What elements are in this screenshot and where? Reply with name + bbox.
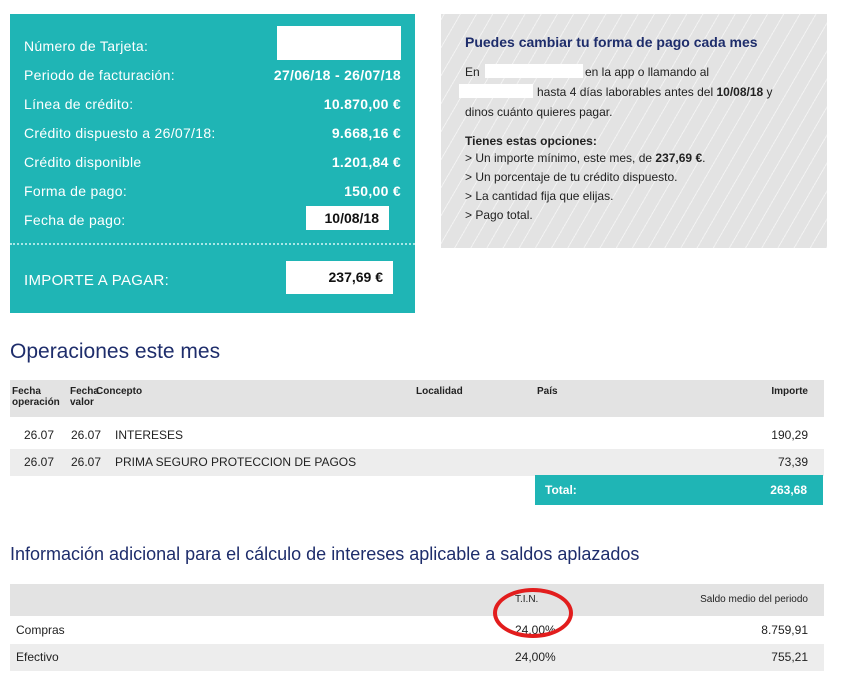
redacted-app-name bbox=[485, 64, 583, 78]
card-number-label: Número de Tarjeta: bbox=[24, 38, 149, 54]
credit-available-row: Crédito disponible 1.201,84 € bbox=[24, 152, 401, 174]
info-line-1a: En bbox=[465, 65, 480, 79]
billing-period-value: 27/06/18 - 26/07/18 bbox=[273, 67, 401, 83]
billing-summary-panel: Número de Tarjeta: Periodo de facturació… bbox=[10, 14, 415, 313]
payment-date-label: Fecha de pago: bbox=[24, 212, 126, 228]
operations-total: Total: 263,68 bbox=[535, 475, 823, 505]
info-line-2-date: 10/08/18 bbox=[716, 85, 764, 99]
option-2: > Un porcentaje de tu crédito dispuesto. bbox=[465, 170, 678, 184]
fecha-valor: 26.07 bbox=[71, 428, 102, 442]
payment-date-value: 10/08/18 bbox=[306, 206, 389, 230]
option-1-value: 237,69 € bbox=[655, 151, 703, 165]
tin-value: 24,00% bbox=[515, 650, 556, 664]
interest-title: Información adicional para el cálculo de… bbox=[10, 544, 640, 564]
fecha-operacion: 26.07 bbox=[24, 428, 55, 442]
summary-divider bbox=[10, 243, 415, 245]
payment-method-value: 150,00 € bbox=[344, 183, 401, 199]
info-line-2b: y bbox=[763, 85, 773, 99]
col-pais: País bbox=[537, 386, 558, 397]
concepto: INTERESES bbox=[115, 428, 184, 442]
col-saldo-medio: Saldo medio del periodo bbox=[700, 594, 808, 605]
credit-available-value: 1.201,84 € bbox=[331, 154, 401, 170]
credit-line-value: 10.870,00 € bbox=[323, 96, 401, 112]
payment-method-row: Forma de pago: 150,00 € bbox=[24, 181, 401, 203]
billing-period-label: Periodo de facturación: bbox=[24, 67, 175, 83]
credit-line-label: Línea de crédito: bbox=[24, 96, 134, 112]
info-line-3: dinos cuánto quieres pagar. bbox=[465, 105, 613, 119]
concepto: PRIMA SEGURO PROTECCION DE PAGOS bbox=[115, 455, 357, 469]
interest-type: Compras bbox=[16, 623, 65, 637]
payment-change-info-panel: Puedes cambiar tu forma de pago cada mes… bbox=[441, 14, 827, 248]
importe: 73,39 bbox=[777, 455, 808, 469]
importe: 190,29 bbox=[771, 428, 808, 442]
credit-line-row: Línea de crédito: 10.870,00 € bbox=[24, 94, 401, 116]
option-3: > La cantidad fija que elijas. bbox=[465, 189, 614, 203]
saldo-value: 755,21 bbox=[771, 650, 808, 664]
interest-type: Efectivo bbox=[16, 650, 59, 664]
col-concepto: Concepto bbox=[96, 386, 143, 397]
fecha-valor: 26.07 bbox=[71, 455, 102, 469]
info-title: Puedes cambiar tu forma de pago cada mes bbox=[465, 34, 758, 50]
total-label: Total: bbox=[545, 483, 577, 497]
billing-period-row: Periodo de facturación: 27/06/18 - 26/07… bbox=[24, 65, 401, 87]
card-number-row: Número de Tarjeta: bbox=[24, 36, 401, 58]
info-line-2a: hasta 4 días laborables antes del bbox=[537, 85, 717, 99]
payment-method-label: Forma de pago: bbox=[24, 183, 128, 199]
redacted-phone bbox=[459, 84, 533, 98]
info-line-2: hasta 4 días laborables antes del 10/08/… bbox=[537, 85, 773, 99]
total-value: 263,68 bbox=[770, 483, 807, 497]
operations-title: Operaciones este mes bbox=[10, 340, 221, 363]
col-fecha-valor: Fecha valor bbox=[70, 386, 99, 408]
table-row: Efectivo 24,00% 755,21 bbox=[10, 644, 824, 671]
option-4: > Pago total. bbox=[465, 208, 533, 222]
options-title: Tienes estas opciones: bbox=[465, 134, 597, 148]
credit-available-label: Crédito disponible bbox=[24, 154, 142, 170]
option-1b: . bbox=[702, 151, 706, 165]
info-line-1: En en la app o llamando al bbox=[465, 65, 709, 79]
col-fecha-operacion: Fecha operación bbox=[12, 386, 60, 408]
credit-used-row: Crédito dispuesto a 26/07/18: 9.668,16 € bbox=[24, 123, 401, 145]
amount-due-label: IMPORTE A PAGAR: bbox=[24, 272, 170, 289]
info-line-1b: en la app o llamando al bbox=[585, 65, 710, 79]
amount-due-value: 237,69 € bbox=[286, 261, 393, 294]
operations-header: Fecha operación Fecha valor Concepto Local… bbox=[10, 380, 824, 417]
fecha-operacion: 26.07 bbox=[24, 455, 55, 469]
credit-used-value: 9.668,16 € bbox=[331, 125, 401, 141]
col-importe: Importe bbox=[771, 386, 808, 397]
interest-header: T.I.N. Saldo medio del periodo bbox=[10, 584, 824, 616]
saldo-value: 8.759,91 bbox=[761, 623, 808, 637]
table-row: Compras 24,00% 8.759,91 bbox=[10, 617, 824, 644]
credit-used-label: Crédito dispuesto a 26/07/18: bbox=[24, 125, 216, 141]
option-1: > Un importe mínimo, este mes, de 237,69… bbox=[465, 151, 705, 165]
red-highlight-circle bbox=[493, 588, 573, 638]
table-row: 26.07 26.07 INTERESES 190,29 bbox=[10, 422, 824, 449]
option-1a: > Un importe mínimo, este mes, de bbox=[465, 151, 656, 165]
table-row: 26.07 26.07 PRIMA SEGURO PROTECCION DE P… bbox=[10, 449, 824, 476]
col-localidad: Localidad bbox=[416, 386, 463, 397]
